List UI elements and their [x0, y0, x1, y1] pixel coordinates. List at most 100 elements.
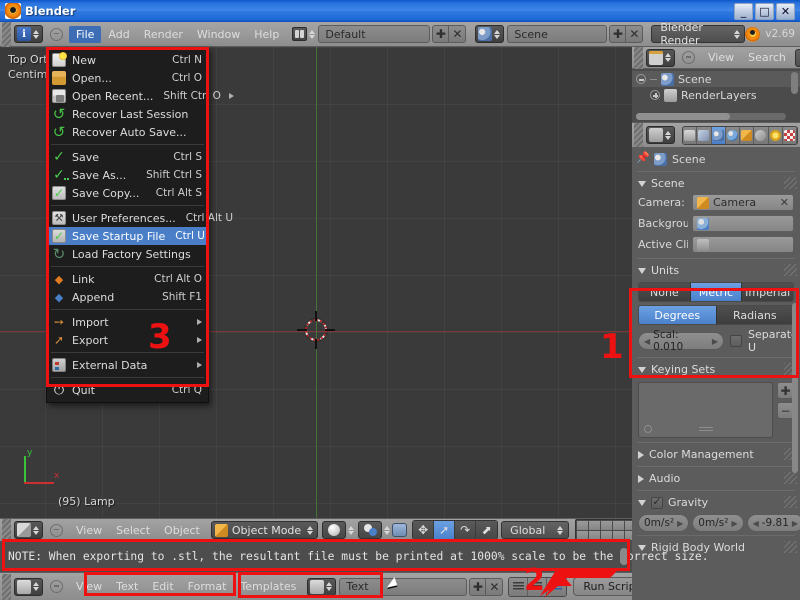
expand-toggle-icon[interactable]	[636, 74, 646, 84]
gravity-z-field[interactable]: ◀ -9.81 ▶	[746, 514, 800, 532]
screen-layout-icon[interactable]	[292, 27, 308, 41]
maximize-button[interactable]: □	[755, 2, 774, 20]
outliner-tree[interactable]: Scene RenderLayers	[632, 69, 800, 122]
gravity-x-field[interactable]: 0m/s² ▶	[638, 514, 690, 532]
file-menu-dropdown[interactable]: New Ctrl N Open... Ctrl O Open Recent... Shif…	[46, 47, 234, 403]
text-editor-collapse-button[interactable]	[50, 580, 63, 593]
text-datablock-field[interactable]: Text	[339, 577, 468, 596]
file-menu-item-save[interactable]: Save Ctrl S	[47, 148, 208, 166]
properties-editor[interactable]: Scene Scene Camera: Camera ✕ Backgrou Ac…	[632, 148, 800, 600]
unit-none-button[interactable]: None	[639, 283, 691, 301]
decrement-arrow-icon[interactable]: ◀	[753, 519, 759, 528]
file-menu-item-new[interactable]: New Ctrl N	[47, 51, 208, 69]
text-datablock-browse-button[interactable]	[307, 577, 337, 596]
text-templates-menu[interactable]: Templates	[233, 578, 303, 595]
new-text-button[interactable]: ✚	[469, 577, 487, 596]
outliner-editor-type-selector[interactable]	[646, 48, 675, 67]
translate-manipulator-button[interactable]: ➚	[434, 521, 456, 539]
file-menu-item-recover-auto-save[interactable]: Recover Auto Save...	[47, 123, 208, 141]
decrement-arrow-icon[interactable]: ◀	[644, 337, 650, 346]
menu-window[interactable]: Window	[190, 26, 247, 43]
increment-arrow-icon[interactable]: ▶	[712, 337, 718, 346]
text-edit-menu[interactable]: Edit	[145, 578, 180, 595]
interaction-mode-dropdown[interactable]: Object Mode	[210, 521, 319, 539]
scale-manipulator-button[interactable]: ⬈	[476, 521, 498, 539]
transform-orientation-dropdown[interactable]: Global	[501, 521, 570, 539]
manipulator-toggle-button[interactable]: ✥	[413, 521, 435, 539]
text-format-menu[interactable]: Format	[181, 578, 234, 595]
increment-arrow-icon[interactable]: ▶	[792, 519, 798, 528]
list-filter-icon[interactable]	[644, 425, 652, 433]
file-menu-item-link[interactable]: Link Ctrl Alt O	[47, 270, 208, 288]
tab-scene[interactable]	[711, 126, 726, 144]
pin-icon[interactable]	[636, 151, 650, 165]
menu-render[interactable]: Render	[137, 26, 190, 43]
file-menu-item-import[interactable]: Import	[47, 313, 208, 331]
viewport-object-menu[interactable]: Object	[157, 522, 207, 539]
add-screen-button[interactable]: ✚	[432, 25, 450, 43]
background-field[interactable]	[692, 215, 794, 232]
file-menu-item-open-recent[interactable]: Open Recent... Shift Ctrl O	[47, 87, 234, 105]
delete-screen-button[interactable]: ✕	[449, 25, 467, 43]
file-menu-item-external-data[interactable]: External Data	[47, 356, 208, 374]
gravity-checkbox[interactable]	[651, 496, 663, 509]
file-menu-item-open[interactable]: Open... Ctrl O	[47, 69, 208, 87]
active-clip-field[interactable]	[692, 236, 794, 253]
tab-render[interactable]	[683, 126, 698, 144]
outliner-row-renderlayers[interactable]: RenderLayers	[632, 87, 800, 103]
rotation-radians-button[interactable]: Radians	[716, 306, 793, 324]
scene-name-field[interactable]: Scene	[507, 25, 608, 43]
screen-layout-spinner-icon[interactable]	[309, 29, 316, 39]
menu-help[interactable]: Help	[247, 26, 286, 43]
text-text-menu[interactable]: Text	[109, 578, 145, 595]
tab-render-layers[interactable]	[697, 126, 712, 144]
properties-scrollbar[interactable]	[792, 303, 798, 473]
snap-during-transform-icon[interactable]	[392, 523, 408, 537]
file-menu-item-append[interactable]: Append Shift F1	[47, 288, 208, 306]
file-menu-item-export[interactable]: Export	[47, 331, 208, 349]
file-menu-item-load-factory-settings[interactable]: Load Factory Settings	[47, 245, 208, 263]
outliner-horizontal-scrollbar[interactable]	[636, 113, 786, 120]
tab-data[interactable]	[768, 126, 783, 144]
pivot-point-dropdown[interactable]	[358, 521, 383, 539]
file-menu-item-recover-last-session[interactable]: Recover Last Session	[47, 105, 208, 123]
tab-object[interactable]	[740, 126, 755, 144]
outliner-row-scene[interactable]: Scene	[632, 71, 800, 87]
text-view-menu[interactable]: View	[69, 578, 109, 595]
close-button[interactable]: ✕	[776, 2, 795, 20]
outliner-search-menu[interactable]: Search	[741, 49, 793, 66]
rotation-degrees-button[interactable]: Degrees	[639, 306, 717, 324]
shading-chevron-icon[interactable]	[348, 525, 355, 535]
properties-editor-type-selector[interactable]	[646, 126, 675, 144]
camera-field[interactable]: Camera ✕	[692, 194, 794, 211]
text-editor-type-selector[interactable]	[14, 577, 43, 596]
panel-header-keying-sets[interactable]: Keying Sets	[632, 361, 800, 378]
status-scrollbar[interactable]	[620, 548, 628, 565]
file-menu-item-quit[interactable]: Quit Ctrl Q	[47, 381, 208, 399]
panel-header-color-management[interactable]: Color Management	[632, 446, 800, 463]
expand-toggle-icon[interactable]	[650, 90, 660, 100]
gravity-y-field[interactable]: 0m/s² ▶	[692, 514, 744, 532]
increment-arrow-icon[interactable]: ▶	[731, 519, 737, 528]
list-resize-grip[interactable]	[698, 427, 713, 431]
file-menu-item-save-copy[interactable]: Save Copy... Ctrl Alt S	[47, 184, 208, 202]
layer-grid-left[interactable]	[575, 519, 632, 541]
unit-scale-field[interactable]: ◀ Scal: 0.010 ▶	[638, 329, 724, 353]
menu-add[interactable]: Add	[101, 26, 136, 43]
tab-texture[interactable]	[782, 126, 797, 144]
render-engine-dropdown[interactable]: Blender Render	[651, 21, 746, 47]
delete-scene-button[interactable]: ✕	[626, 25, 644, 43]
viewport-shading-dropdown[interactable]	[322, 521, 347, 539]
rotate-manipulator-button[interactable]: ↷	[455, 521, 477, 539]
clear-camera-icon[interactable]: ✕	[780, 196, 789, 209]
collapse-menus-button[interactable]	[50, 27, 63, 41]
scene-browse-button[interactable]	[475, 25, 505, 43]
file-menu-item-user-preferences[interactable]: User Preferences... Ctrl Alt U	[47, 209, 233, 227]
keying-sets-list[interactable]	[638, 382, 773, 438]
viewport-editor-type-selector[interactable]	[14, 521, 43, 539]
panel-header-gravity[interactable]: Gravity	[632, 494, 800, 511]
unit-metric-button[interactable]: Metric	[690, 283, 743, 301]
add-scene-button[interactable]: ✚	[609, 25, 627, 43]
file-menu-item-save-as[interactable]: Save As... Shift Ctrl S	[47, 166, 208, 184]
minimize-button[interactable]: _	[734, 2, 753, 20]
